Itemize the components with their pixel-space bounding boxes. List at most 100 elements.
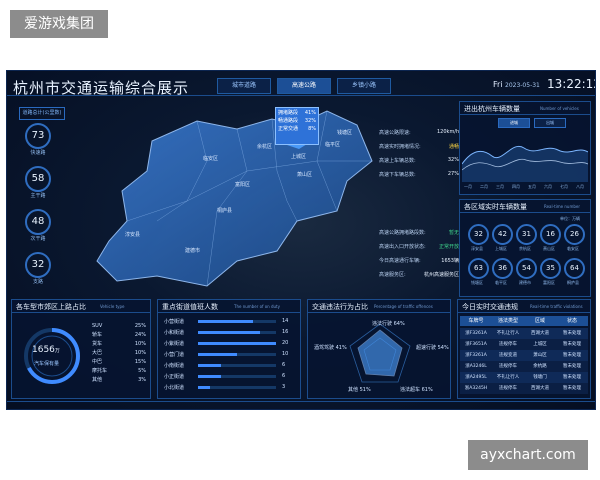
table-row[interactable]: 浙A2495L 不礼让行人 钱塘门 暂未处理 bbox=[460, 372, 588, 383]
mid-stat-value: 32% bbox=[447, 157, 459, 163]
region-label: 上城区 bbox=[495, 246, 507, 251]
tab-city-roads[interactable]: 城市道路 bbox=[217, 78, 271, 94]
panel-subtitle: The number of on duty bbox=[234, 304, 280, 309]
donut-center: 1656万 bbox=[32, 345, 60, 355]
stat-label-expressway: 快速路 bbox=[30, 150, 46, 156]
table-cell: 暂未处理 bbox=[563, 364, 581, 369]
stat-ring-expressway: 73 bbox=[25, 123, 51, 149]
stat-ring-secondary-road: 48 bbox=[25, 209, 51, 235]
table-cell: 暂未处理 bbox=[563, 342, 581, 347]
map-label: 建德市 bbox=[185, 248, 201, 254]
table-cell: 暂未处理 bbox=[563, 386, 581, 391]
table-cell: 浙A3246L bbox=[465, 364, 487, 369]
duty-bar-fill bbox=[198, 331, 261, 334]
table-cell: 西湖大道 bbox=[531, 331, 549, 336]
table-cell: 不礼让行人 bbox=[496, 331, 520, 336]
table-row[interactable]: 浙F3261A 违规变道 萧山区 暂未处理 bbox=[460, 350, 588, 361]
table-cell: 浙A2495L bbox=[465, 375, 487, 380]
region-label: 淳安县 bbox=[471, 246, 483, 251]
region-label: 钱塘区 bbox=[471, 280, 483, 285]
mid-stat-label: 高速下车辆总数: bbox=[379, 172, 416, 178]
in-out-tabs: 进城 出城 bbox=[498, 118, 566, 128]
table-row[interactable]: 浙A3246L 违规停车 余杭路 暂未处理 bbox=[460, 361, 588, 372]
mid-stat-label: 高速实时拥堵情况: bbox=[379, 144, 421, 150]
mid-stat2-label: 高速公路拥堵路段数: bbox=[379, 230, 426, 236]
radar-label: 违法超车 61% bbox=[400, 387, 433, 393]
table-cell: 余杭路 bbox=[533, 364, 547, 369]
region-count: 36 bbox=[492, 258, 513, 279]
table-row[interactable]: 浙F3261A 不礼让行人 西湖大道 暂未处理 bbox=[460, 328, 588, 339]
table-cell: 上城区 bbox=[533, 342, 547, 347]
region-count: 32 bbox=[468, 224, 489, 245]
month-label: 二月 bbox=[480, 184, 488, 189]
unit-label: 单位：万辆 bbox=[560, 216, 580, 221]
mid-stat-label: 高速公路限速: bbox=[379, 130, 411, 136]
mid-stat2-label: 高速出入口开放状态: bbox=[379, 244, 426, 250]
map-label: 余杭区 bbox=[257, 144, 273, 150]
panel-title: 交通违法行为占比 bbox=[312, 303, 368, 311]
region-label: 萧山区 bbox=[543, 246, 555, 251]
duty-value: 20 bbox=[282, 340, 289, 346]
panel-title: 各车型市郊区上路占比 bbox=[16, 303, 86, 311]
table-body: 浙F3261A 不礼让行人 西湖大道 暂未处理 浙F3651A 违规停车 上城区 暂未处理 浙F… bbox=[460, 328, 588, 394]
column-header: 状态 bbox=[566, 318, 577, 324]
day-label: Fri bbox=[493, 80, 503, 89]
vehicle-type-panel: 各车型市郊区上路占比 Vehicle type 1656万 汽车保有量 SUV 2… bbox=[11, 299, 151, 399]
table-cell: 浙F3261A bbox=[465, 331, 487, 336]
vehicle-donut bbox=[24, 328, 80, 384]
duty-value: 3 bbox=[282, 384, 286, 390]
table-header: 车牌号 违法类型 区域 状态 bbox=[460, 316, 588, 326]
panel-divider bbox=[308, 312, 450, 313]
stat-label-branch-road: 支路 bbox=[32, 279, 43, 285]
region-count: 42 bbox=[492, 224, 513, 245]
date-label: 2023-05-31 bbox=[505, 82, 540, 89]
donut-center-label: 汽车保有量 bbox=[34, 361, 60, 367]
duty-street-name: 小营门道 bbox=[164, 352, 185, 358]
map-label: 淳安县 bbox=[125, 232, 141, 238]
duty-value: 10 bbox=[282, 351, 289, 357]
mid-stat2-label: 高速服务区: bbox=[379, 272, 406, 278]
tab-inbound[interactable]: 进城 bbox=[498, 118, 530, 128]
duty-bar-fill bbox=[198, 386, 210, 389]
duty-bar-fill bbox=[198, 320, 253, 323]
top-nav: 城市道路 高速公路 乡镇小路 bbox=[217, 78, 391, 94]
tab-highways[interactable]: 高速公路 bbox=[277, 78, 331, 94]
panel-subtitle: Percentage of traffic offences bbox=[374, 304, 433, 309]
header-divider bbox=[7, 95, 595, 96]
region-label: 建德市 bbox=[519, 280, 531, 285]
duty-street-name: 小紫街道 bbox=[164, 341, 185, 347]
month-label: 一月 bbox=[464, 184, 472, 189]
map-label: 上城区 bbox=[291, 154, 307, 160]
panel-subtitle: Real-time number bbox=[544, 204, 580, 209]
panel-divider bbox=[458, 312, 590, 313]
violations-table-panel: 今日实时交通违规 Real-time traffic violations 车牌… bbox=[457, 299, 591, 399]
duty-street-name: 小营街道 bbox=[164, 319, 185, 325]
tab-rural-roads[interactable]: 乡镇小路 bbox=[337, 78, 391, 94]
stat-ring-branch-road: 32 bbox=[25, 252, 51, 278]
map-label: 临安区 bbox=[203, 156, 219, 162]
mid-stat2-value: 正常开放 bbox=[438, 244, 459, 250]
region-count: 16 bbox=[540, 224, 561, 245]
month-label: 五月 bbox=[528, 184, 536, 189]
region-label: 富阳区 bbox=[543, 280, 555, 285]
map-label: 临平区 bbox=[325, 142, 341, 148]
duty-value: 6 bbox=[282, 362, 286, 368]
table-row[interactable]: 浙A3245H 违规停车 西湖大道 暂未处理 bbox=[460, 383, 588, 394]
region-count: 35 bbox=[540, 258, 561, 279]
table-row[interactable]: 浙F3651A 违规停车 上城区 暂未处理 bbox=[460, 339, 588, 350]
mid-stat-value: 120km/h bbox=[437, 129, 460, 135]
map-label: 钱塘区 bbox=[337, 130, 353, 136]
panel-divider bbox=[158, 312, 300, 313]
panel-subtitle: Vehicle type bbox=[100, 304, 125, 309]
month-label: 七月 bbox=[560, 184, 568, 189]
panel-divider bbox=[12, 312, 150, 313]
tab-outbound[interactable]: 出城 bbox=[534, 118, 566, 128]
vehicles-in-out-panel: 进出杭州车辆数量 Number of vehicles 进城 出城 一月 二月 … bbox=[459, 101, 591, 195]
bottom-divider bbox=[7, 401, 595, 402]
radar-label: 超速行驶 54% bbox=[416, 345, 449, 351]
map-region[interactable] bbox=[96, 110, 373, 287]
panel-divider bbox=[460, 114, 590, 115]
table-cell: 违规变道 bbox=[499, 353, 517, 358]
table-cell: 违规停车 bbox=[499, 364, 517, 369]
stat-ring-main-road: 58 bbox=[25, 166, 51, 192]
